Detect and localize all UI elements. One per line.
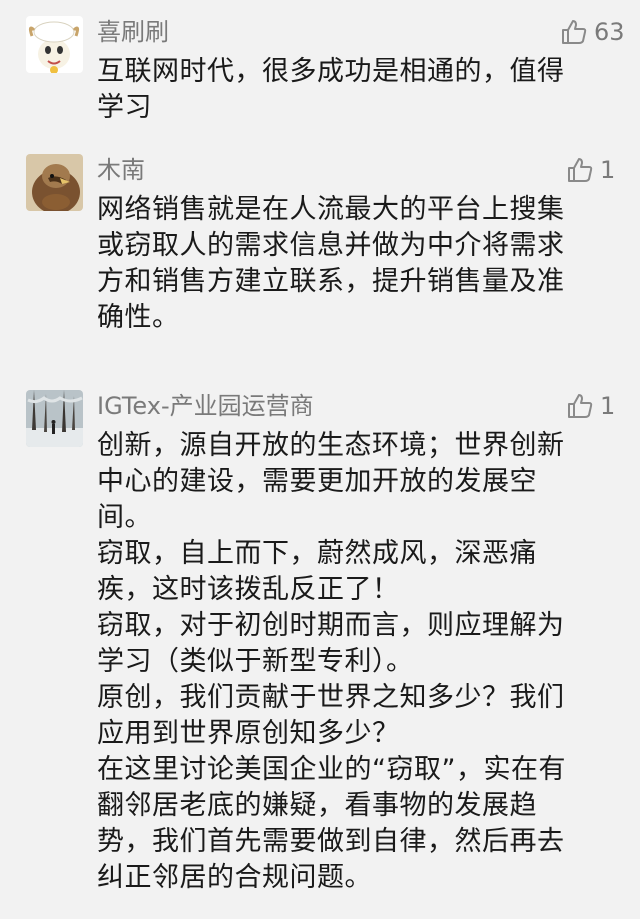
comment-line: 纠正邻居的合规问题。 <box>97 862 372 893</box>
winter-landscape-avatar-icon <box>26 390 83 447</box>
comment-item: IGTex-产业园运营商 1 创新，源自开放的生态环境；世界创新 中心的建设，需… <box>0 0 640 919</box>
comment-text: 创新，源自开放的生态环境；世界创新 中心的建设，需要更加开放的发展空 间。 窃取… <box>97 428 617 896</box>
comment-line: 应用到世界原创知多少？ <box>97 718 400 749</box>
comment-line: 中心的建设，需要更加开放的发展空 <box>97 466 537 497</box>
comment-line: 原创，我们贡献于世界之知多少？我们 <box>97 682 565 713</box>
avatar[interactable] <box>26 390 83 447</box>
comment-line: 疾，这时该拨乱反正了！ <box>97 574 400 605</box>
like-button[interactable]: 1 <box>566 390 615 422</box>
thumbs-up-icon <box>568 394 593 418</box>
comment-line: 窃取，对于初创时期而言，则应理解为 <box>97 610 565 641</box>
username[interactable]: IGTex-产业园运营商 <box>97 390 314 422</box>
comment-line: 翻邻居老底的嫌疑，看事物的发展趋 <box>97 790 537 821</box>
comment-line: 窃取，自上而下，蔚然成风，深恶痛 <box>97 538 537 569</box>
comment-line: 创新，源自开放的生态环境；世界创新 <box>97 430 565 461</box>
comment-line: 在这里讨论美国企业的“窃取”，实在有 <box>97 754 566 785</box>
like-count: 1 <box>600 392 616 420</box>
comment-line: 间。 <box>97 502 152 533</box>
comment-line: 势，我们首先需要做到自律，然后再去 <box>97 826 565 857</box>
comment-line: 学习（类似于新型专利）。 <box>97 646 414 677</box>
